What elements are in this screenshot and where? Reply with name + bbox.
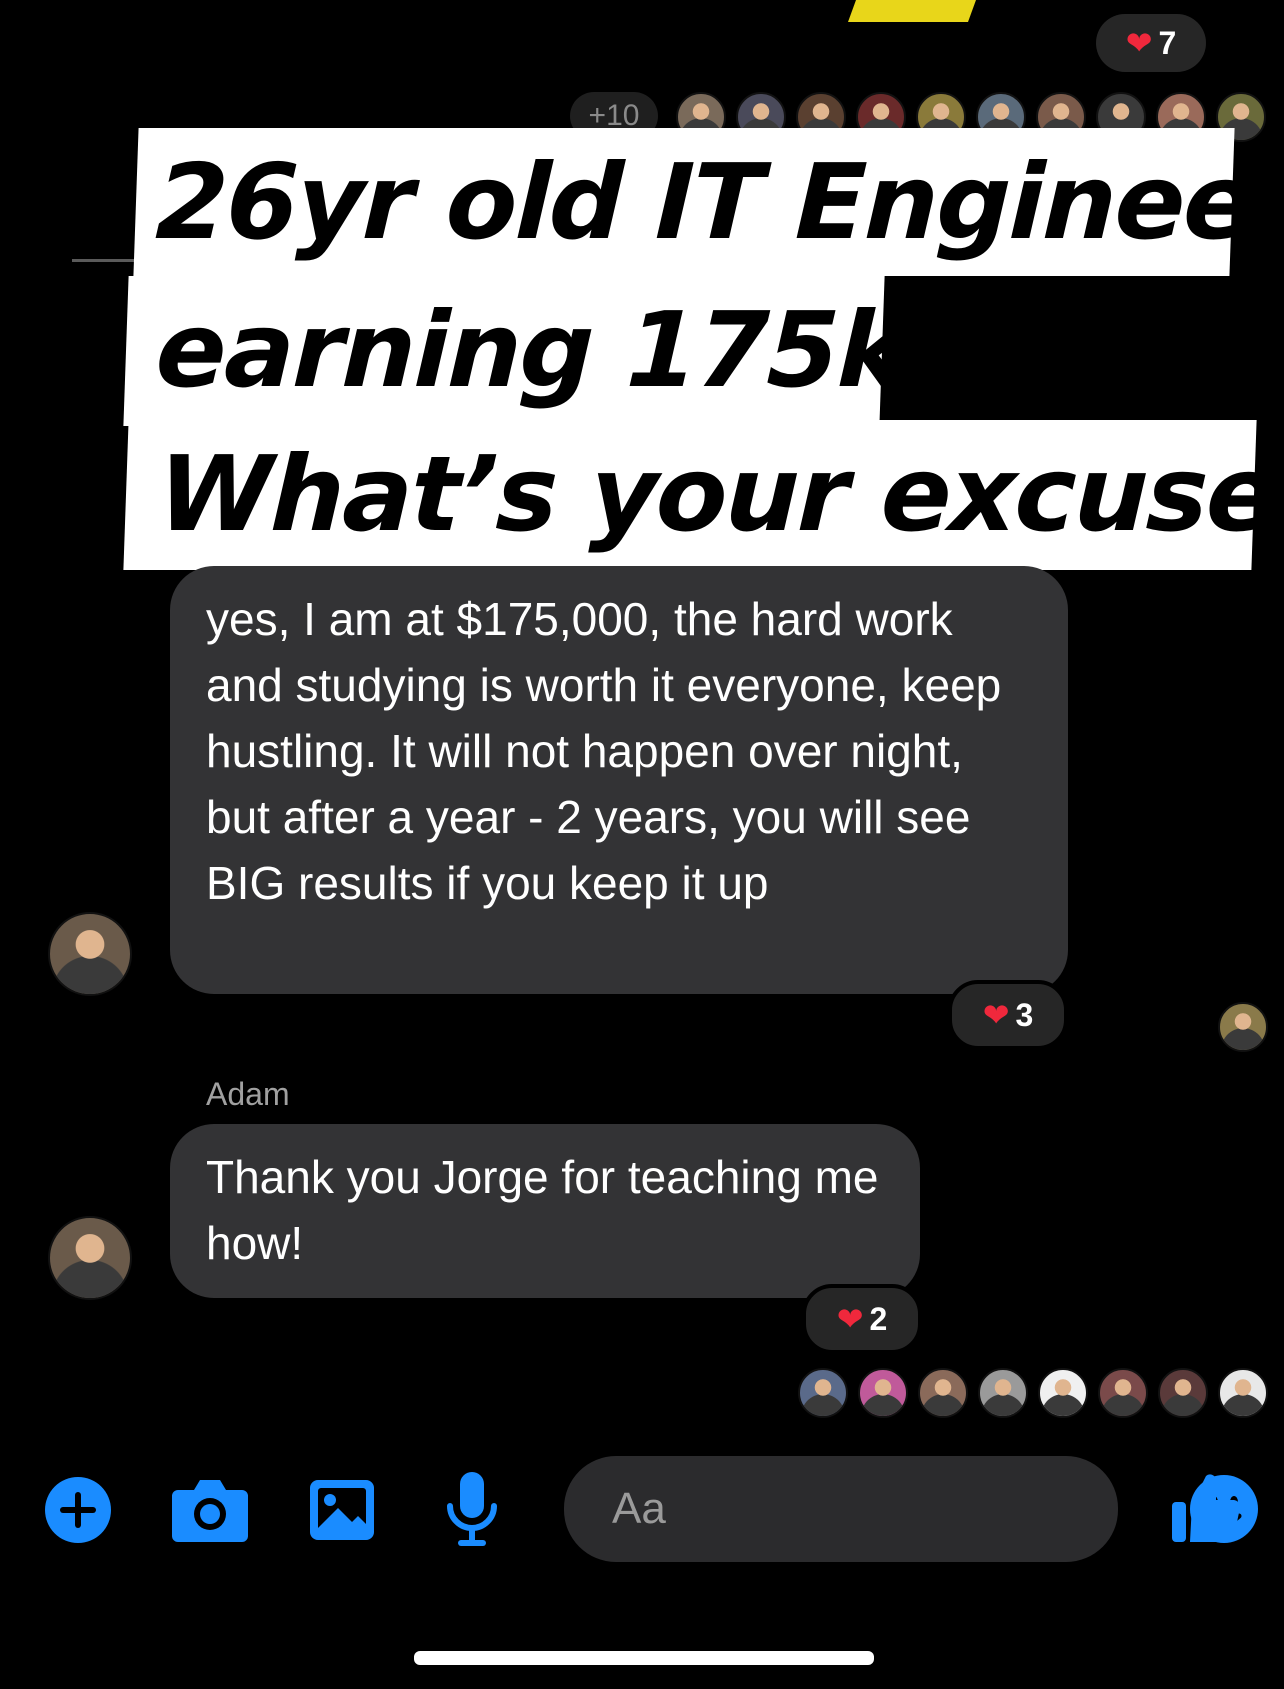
thumbs-up-icon[interactable]	[1170, 1470, 1242, 1546]
message-input[interactable]	[610, 1483, 1189, 1535]
microphone-icon[interactable]	[444, 1470, 500, 1550]
reaction-count: 3	[1015, 996, 1034, 1033]
heart-icon: ❤	[836, 1301, 864, 1337]
top-reaction-pill[interactable]: ❤ 7	[1096, 14, 1206, 72]
message-text: yes, I am at $175,000, the hard work and…	[206, 593, 1002, 909]
seen-avatar	[1218, 1368, 1268, 1418]
reaction-count: 7	[1158, 24, 1177, 61]
headline-line-3: What’s your excuse!	[123, 420, 1284, 570]
message-reaction[interactable]: ❤ 3	[948, 980, 1068, 1050]
seen-avatar	[1038, 1368, 1088, 1418]
seen-avatar	[1158, 1368, 1208, 1418]
home-indicator	[414, 1651, 874, 1665]
plus-icon[interactable]	[44, 1476, 112, 1544]
sender-avatar[interactable]	[48, 912, 132, 996]
headline-line-2: earning 175k!	[123, 276, 952, 426]
top-image-fragment	[847, 0, 977, 22]
seen-avatar	[978, 1368, 1028, 1418]
message-composer[interactable]	[564, 1456, 1258, 1562]
seen-avatar	[1098, 1368, 1148, 1418]
message-text: Thank you Jorge for teaching me how!	[206, 1151, 879, 1269]
message-bubble[interactable]: yes, I am at $175,000, the hard work and…	[170, 566, 1068, 994]
heart-icon: ❤	[1125, 25, 1153, 61]
heart-icon: ❤	[982, 997, 1010, 1033]
sender-name: Adam	[206, 1076, 290, 1112]
reaction-count: 2	[869, 1300, 888, 1337]
seen-avatar	[798, 1368, 848, 1418]
message-bubble[interactable]: Thank you Jorge for teaching me how!	[170, 1124, 920, 1298]
headline-line-1: 26yr old IT Engineer	[133, 128, 1284, 276]
seen-avatar	[1218, 1002, 1268, 1052]
sender-avatar[interactable]	[48, 1216, 132, 1300]
message-reaction[interactable]: ❤ 2	[802, 1284, 922, 1354]
gallery-icon[interactable]	[308, 1478, 376, 1542]
camera-icon[interactable]	[172, 1476, 248, 1542]
seen-avatar	[858, 1368, 908, 1418]
seen-avatar	[918, 1368, 968, 1418]
